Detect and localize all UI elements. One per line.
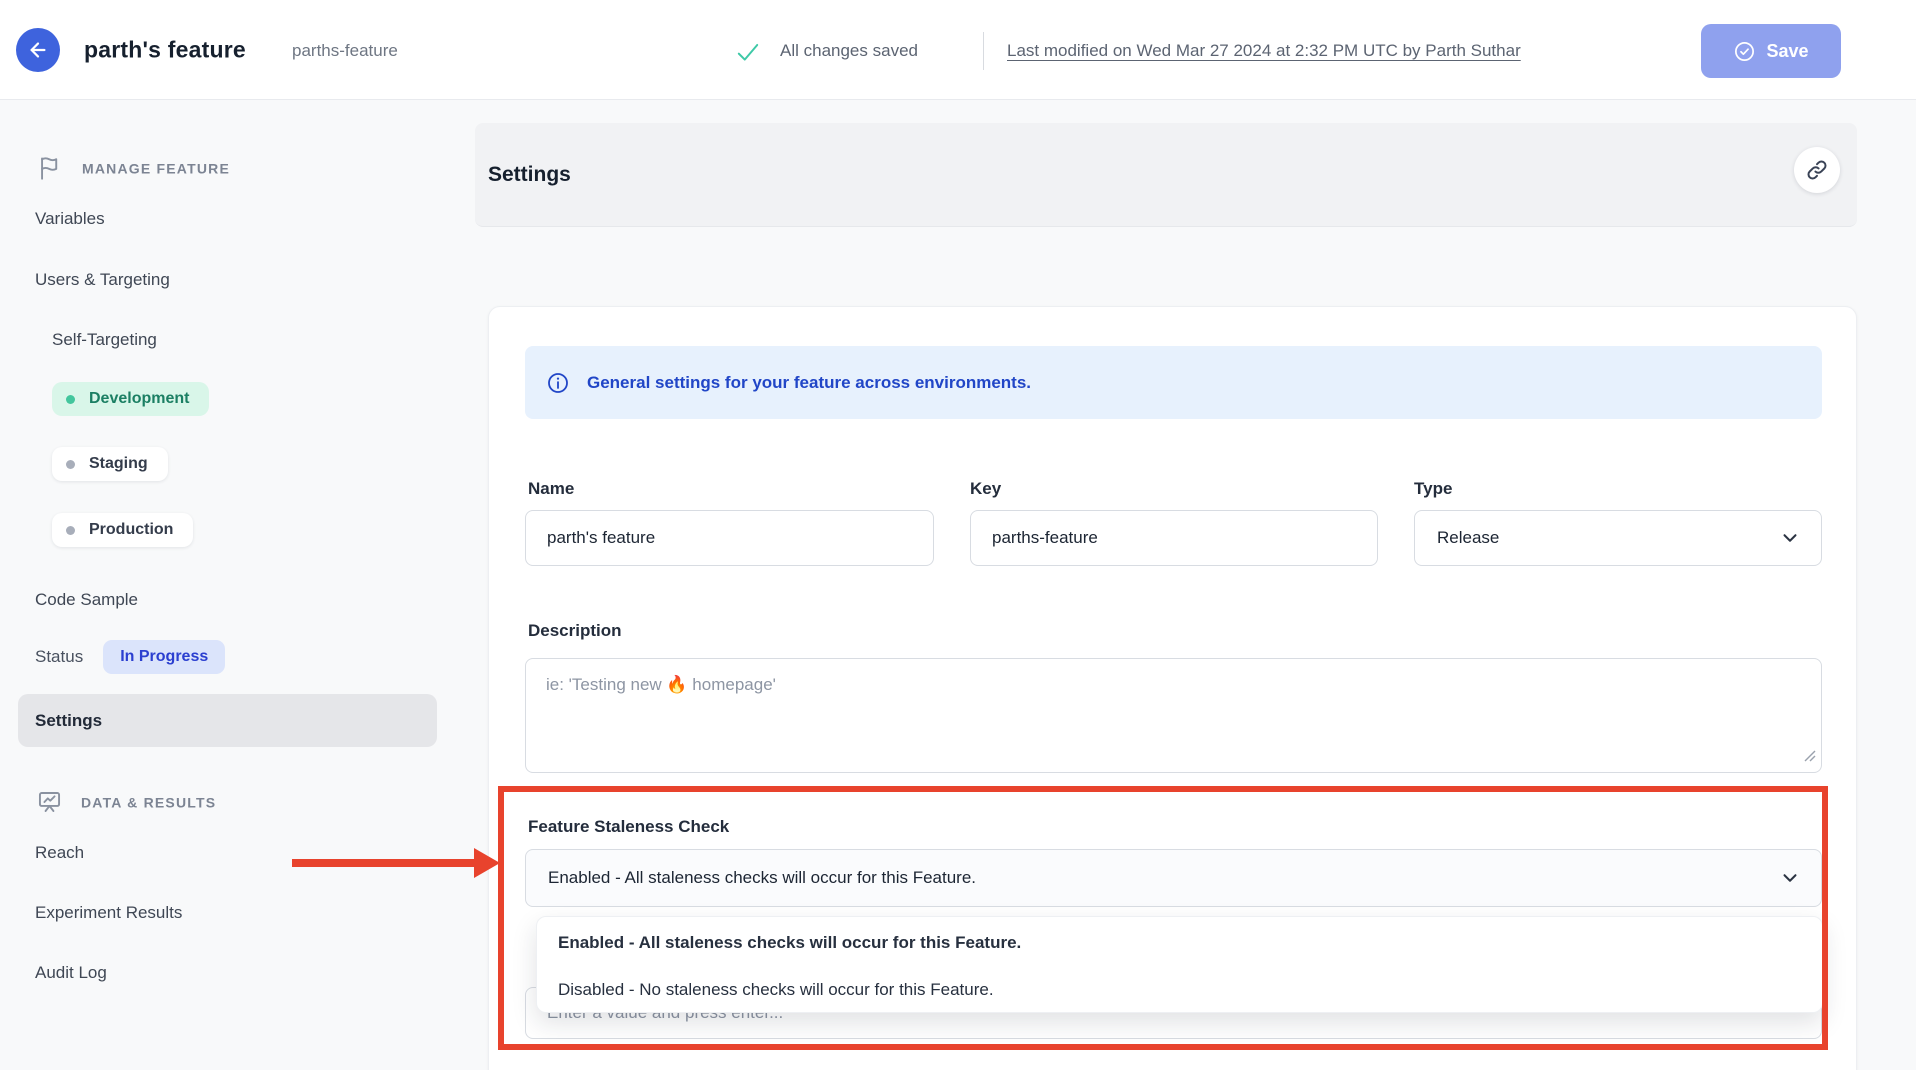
env-dot-icon [66,460,75,469]
last-modified-link[interactable]: Last modified on Wed Mar 27 2024 at 2:32… [1007,41,1521,61]
sidebar-item-settings[interactable]: Settings [18,694,437,747]
sidebar-env-staging[interactable]: Staging [52,447,168,481]
key-input[interactable] [970,510,1378,566]
env-production-label: Production [89,521,173,539]
settings-header-panel: Settings [475,123,1857,227]
env-development-label: Development [89,390,189,408]
page-title: Settings [488,163,571,187]
env-dot-icon [66,395,75,404]
settings-card: General settings for your feature across… [488,306,1857,1070]
section-manage-feature-label: MANAGE FEATURE [82,160,230,176]
app-root: parth's feature parths-feature All chang… [0,0,1916,1070]
feature-key-slug: parths-feature [292,41,398,61]
info-banner: General settings for your feature across… [525,346,1822,419]
staleness-dropdown-menu: Enabled - All staleness checks will occu… [536,916,1823,1013]
sidebar-item-code-sample[interactable]: Code Sample [35,590,138,610]
staleness-select-value: Enabled - All staleness checks will occu… [548,868,976,888]
check-icon [735,39,761,65]
presentation-chart-icon [36,789,63,816]
copy-link-button[interactable] [1794,147,1840,193]
sidebar-item-reach[interactable]: Reach [35,843,84,863]
sidebar-env-development[interactable]: Development [52,382,209,416]
save-button[interactable]: Save [1701,24,1841,78]
section-data-results-label: DATA & RESULTS [81,794,216,810]
staleness-option-disabled[interactable]: Disabled - No staleness checks will occu… [537,966,1822,1013]
chevron-down-icon [1779,867,1801,889]
saved-status: All changes saved [780,41,918,61]
sidebar-item-variables[interactable]: Variables [35,209,105,229]
staleness-label: Feature Staleness Check [528,817,729,837]
sidebar-item-audit-log[interactable]: Audit Log [35,963,107,983]
key-label: Key [970,479,1001,499]
description-label: Description [528,621,622,641]
type-select[interactable]: Release [1414,510,1822,566]
info-icon [546,371,570,395]
sidebar-env-production[interactable]: Production [52,513,193,547]
status-badge: In Progress [103,640,225,674]
sidebar-item-self-targeting[interactable]: Self-Targeting [52,330,157,350]
name-input[interactable] [525,510,934,566]
flag-icon [37,155,64,182]
status-label: Status [35,647,83,667]
arrow-left-icon [27,39,49,61]
section-data-results: DATA & RESULTS [36,789,216,816]
section-manage-feature: MANAGE FEATURE [37,155,230,182]
feature-title: parth's feature [84,37,246,64]
chevron-down-icon [1779,527,1801,549]
circle-check-icon [1733,40,1756,63]
sidebar-settings-label: Settings [35,711,102,731]
sidebar-item-experiment-results[interactable]: Experiment Results [35,903,182,923]
header-divider [983,32,984,70]
env-staging-label: Staging [89,455,148,473]
description-textarea[interactable] [525,658,1822,773]
type-select-value: Release [1437,528,1499,548]
info-banner-text: General settings for your feature across… [587,373,1031,393]
type-label: Type [1414,479,1452,499]
sidebar-item-users-targeting[interactable]: Users & Targeting [35,270,170,290]
staleness-select[interactable]: Enabled - All staleness checks will occu… [525,849,1822,907]
name-label: Name [528,479,574,499]
link-icon [1805,158,1829,182]
annotation-arrow [292,859,476,867]
save-button-label: Save [1766,41,1808,62]
top-header: parth's feature parths-feature All chang… [0,0,1916,100]
env-dot-icon [66,526,75,535]
back-button[interactable] [16,28,60,72]
sidebar-item-status[interactable]: Status In Progress [35,640,225,674]
staleness-option-enabled[interactable]: Enabled - All staleness checks will occu… [537,919,1822,966]
